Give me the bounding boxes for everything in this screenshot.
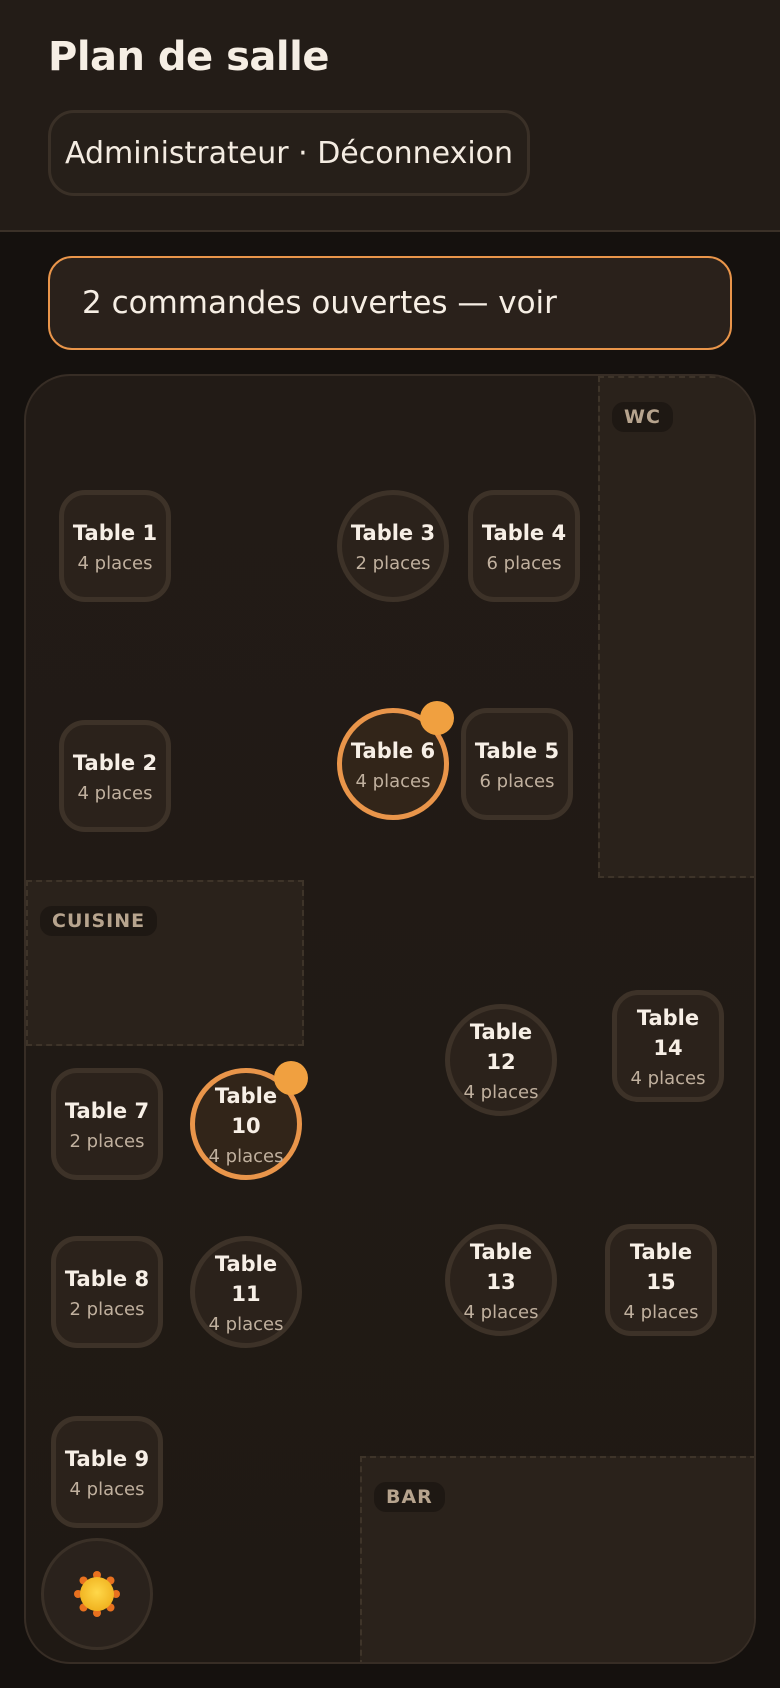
table-name: Table 2 <box>72 751 158 775</box>
table-seats: 4 places <box>77 783 153 804</box>
table-15[interactable]: Table 15 4 places <box>605 1224 717 1336</box>
zone-kitchen: CUISINE <box>26 880 304 1046</box>
table-12[interactable]: Table 12 4 places <box>445 1004 557 1116</box>
table-9[interactable]: Table 9 4 places <box>51 1416 163 1528</box>
table-name: Table 7 <box>64 1099 150 1123</box>
table-11[interactable]: Table 11 4 places <box>190 1236 302 1348</box>
table-seats: 6 places <box>486 553 562 574</box>
table-1[interactable]: Table 1 4 places <box>59 490 171 602</box>
table-14[interactable]: Table 14 4 places <box>612 990 724 1102</box>
table-3[interactable]: Table 3 2 places <box>337 490 449 602</box>
table-name: Table 9 <box>64 1447 150 1471</box>
sun-icon <box>74 1571 120 1617</box>
table-seats: 2 places <box>69 1299 145 1320</box>
table-5[interactable]: Table 5 6 places <box>461 708 573 820</box>
page-title: Plan de salle <box>48 34 329 80</box>
table-seats: 2 places <box>69 1131 145 1152</box>
table-13[interactable]: Table 13 4 places <box>445 1224 557 1336</box>
table-name: Table 6 <box>350 739 436 763</box>
order-indicator-dot <box>420 701 454 735</box>
table-seats: 4 places <box>208 1314 284 1335</box>
table-seats: 4 places <box>77 553 153 574</box>
zone-kitchen-label: CUISINE <box>40 906 158 936</box>
table-seats: 4 places <box>630 1068 706 1089</box>
zone-bar: BAR <box>360 1456 754 1662</box>
table-seats: 4 places <box>355 771 431 792</box>
order-indicator-dot <box>274 1061 308 1095</box>
table-name: Table 15 <box>629 1240 693 1294</box>
table-seats: 4 places <box>69 1479 145 1500</box>
table-name: Table 14 <box>636 1006 700 1060</box>
table-name: Table 10 <box>214 1084 278 1138</box>
zone-wc: WC <box>598 376 754 878</box>
table-name: Table 3 <box>350 521 436 545</box>
table-seats: 6 places <box>479 771 555 792</box>
app-header: Plan de salle Administrateur · Déconnexi… <box>0 0 780 232</box>
table-name: Table 11 <box>214 1252 278 1306</box>
logout-button[interactable]: Administrateur · Déconnexion <box>48 110 530 196</box>
table-name: Table 8 <box>64 1267 150 1291</box>
table-seats: 4 places <box>463 1082 539 1103</box>
zone-bar-label: BAR <box>374 1482 445 1512</box>
table-2[interactable]: Table 2 4 places <box>59 720 171 832</box>
table-name: Table 13 <box>469 1240 533 1294</box>
table-seats: 4 places <box>463 1302 539 1323</box>
table-8[interactable]: Table 8 2 places <box>51 1236 163 1348</box>
table-name: Table 4 <box>481 521 567 545</box>
table-name: Table 5 <box>474 739 560 763</box>
table-4[interactable]: Table 4 6 places <box>468 490 580 602</box>
floor-plan: WC CUISINE BAR Table 1 4 places Table 2 … <box>24 374 756 1664</box>
table-seats: 4 places <box>208 1146 284 1167</box>
table-seats: 2 places <box>355 553 431 574</box>
open-orders-banner[interactable]: 2 commandes ouvertes — voir <box>48 256 732 350</box>
table-7[interactable]: Table 7 2 places <box>51 1068 163 1180</box>
table-name: Table 12 <box>469 1020 533 1074</box>
zone-wc-label: WC <box>612 402 673 432</box>
table-name: Table 1 <box>72 521 158 545</box>
table-seats: 4 places <box>623 1302 699 1323</box>
theme-toggle-button[interactable] <box>41 1538 153 1650</box>
